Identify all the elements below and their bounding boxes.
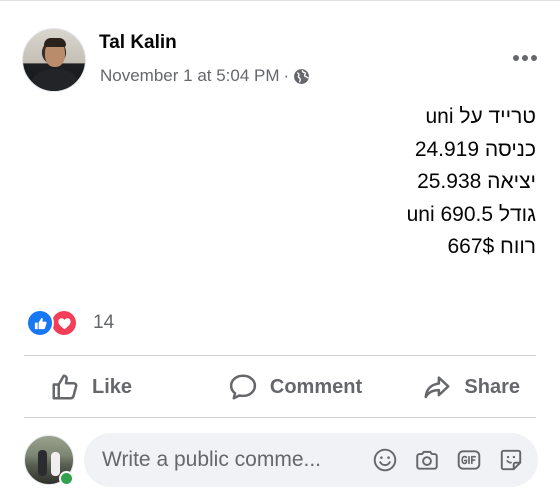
like-label: Like: [92, 375, 133, 398]
author-name[interactable]: Tal Kalin: [99, 32, 177, 54]
avatar-shirt: [29, 69, 81, 91]
like-button[interactable]: Like: [24, 358, 200, 416]
post-text: טרייד על uni כניסה 24.919 יציאה 25.938 ג…: [236, 101, 536, 264]
divider: [24, 355, 536, 356]
online-status-indicator: [59, 471, 74, 486]
reactions-summary[interactable]: 14: [26, 308, 114, 338]
post-timestamp[interactable]: November 1 at 5:04 PM: [100, 66, 280, 86]
comment-label: Comment: [269, 375, 363, 398]
comment-tools: [370, 445, 538, 475]
author-avatar[interactable]: [22, 28, 86, 92]
post-line: טרייד על uni: [425, 105, 536, 128]
more-options-icon[interactable]: [508, 48, 542, 68]
share-icon: [424, 376, 450, 399]
avatar-hair: [44, 38, 66, 47]
comment-placeholder: Write a public comme...: [102, 448, 322, 471]
meta-separator: ·: [283, 66, 290, 85]
post-line: רווח 667$: [447, 235, 536, 258]
sticker-icon[interactable]: [496, 445, 526, 475]
comment-input[interactable]: Write a public comme...: [84, 433, 538, 487]
share-button[interactable]: Share: [370, 358, 536, 416]
top-divider: [0, 0, 560, 6]
camera-icon[interactable]: [412, 445, 442, 475]
post-line: גודל 690.5 uni: [406, 202, 536, 226]
post-actions: Like Comment Share: [24, 358, 536, 416]
globe-icon[interactable]: [293, 68, 310, 85]
avatar-figure: [38, 450, 47, 476]
gif-icon[interactable]: [454, 445, 484, 475]
more-dot: [522, 55, 528, 61]
post-line: כניסה 24.919: [414, 137, 536, 161]
post-header: Tal Kalin November 1 at 5:04 PM ·: [22, 28, 542, 94]
post-meta: November 1 at 5:04 PM ·: [100, 66, 310, 86]
avatar-figure: [51, 452, 60, 476]
post-line: יציאה 25.938: [417, 170, 536, 193]
like-reaction-icon: [26, 309, 54, 337]
share-label: Share: [464, 375, 520, 398]
comment-button[interactable]: Comment: [200, 358, 370, 416]
reaction-count[interactable]: 14: [93, 312, 114, 334]
comment-composer: Write a public comme...: [24, 433, 538, 487]
divider: [24, 417, 536, 418]
more-dot: [513, 55, 519, 61]
love-reaction-icon: [50, 309, 78, 337]
thumbs-up-icon: [52, 374, 78, 400]
emoji-icon[interactable]: [370, 445, 400, 475]
more-dot: [531, 55, 537, 61]
comment-icon: [229, 374, 256, 400]
